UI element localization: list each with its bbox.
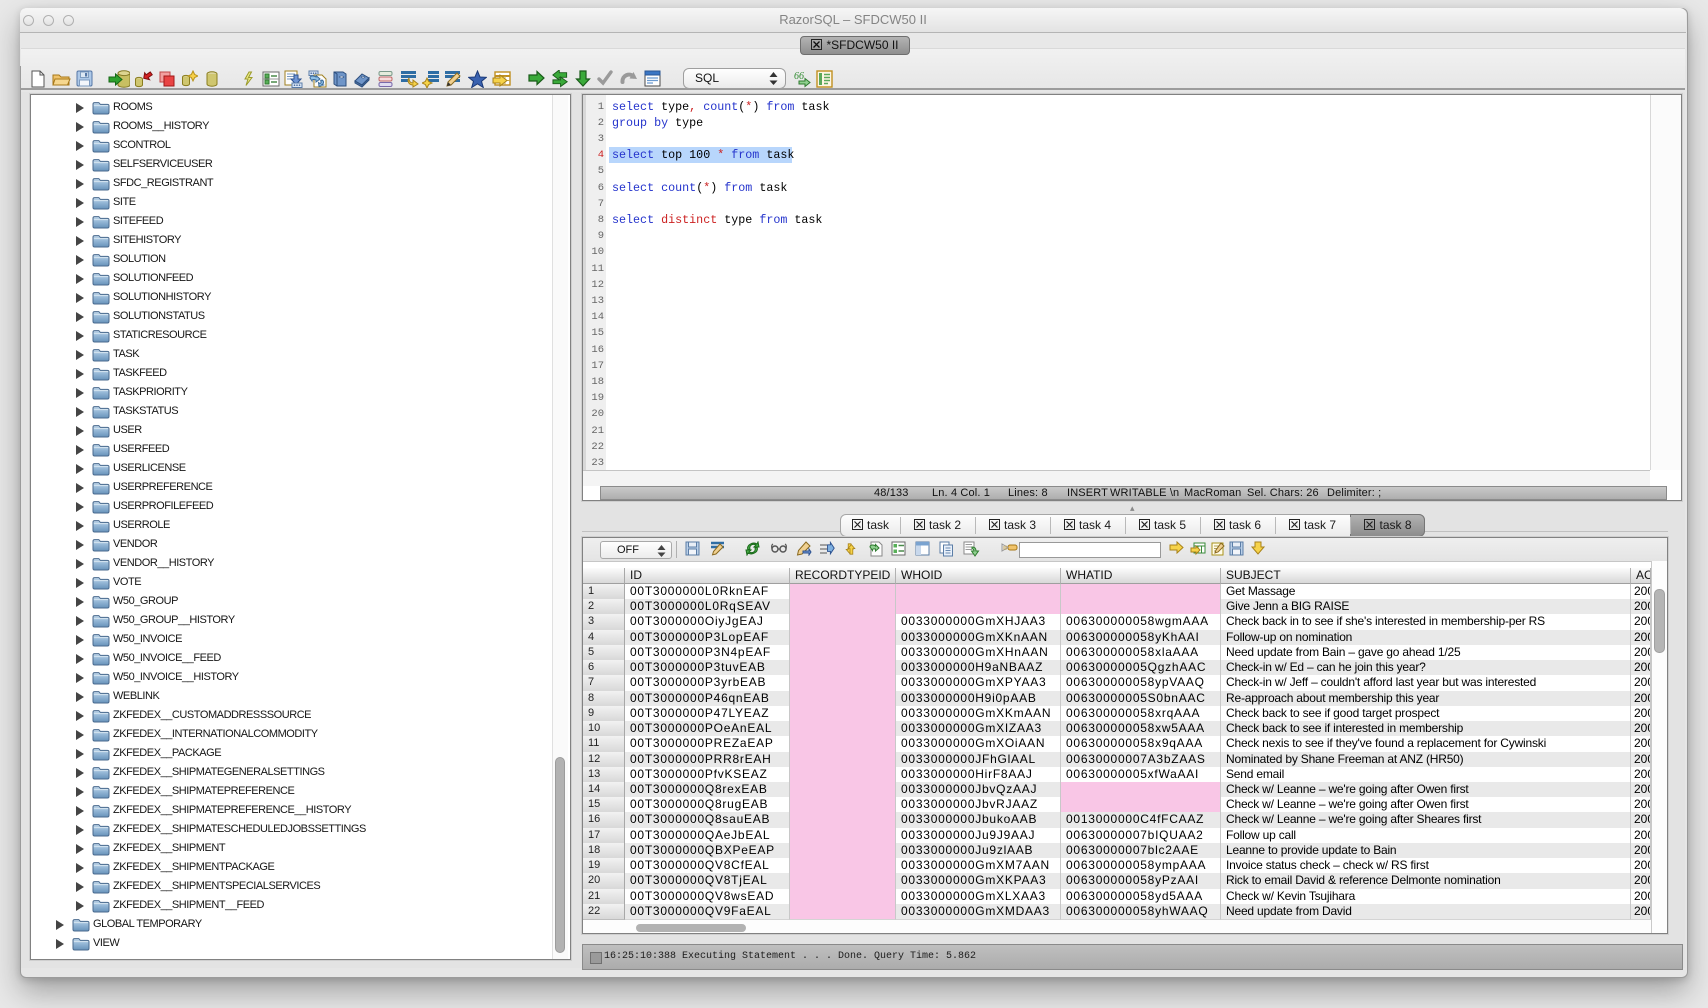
svg-text:66: 66: [794, 71, 804, 82]
